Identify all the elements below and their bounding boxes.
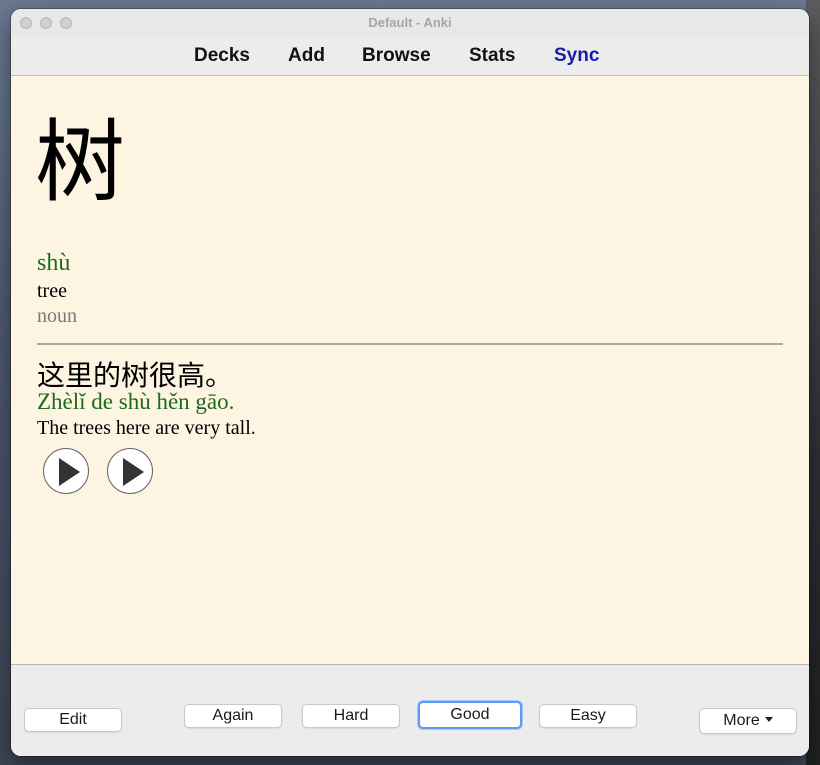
- chevron-down-icon: [764, 717, 773, 723]
- window-title: Default - Anki: [368, 15, 452, 30]
- toolbar-browse-link[interactable]: Browse: [362, 45, 431, 67]
- play-icon: [59, 458, 80, 486]
- anki-window: Default - Anki Decks Add Browse Stats Sy…: [11, 9, 809, 756]
- card-part-of-speech: noun: [37, 305, 77, 327]
- toolbar-sync-link[interactable]: Sync: [554, 45, 599, 67]
- again-button[interactable]: Again: [184, 704, 282, 728]
- title-bar[interactable]: Default - Anki: [11, 9, 809, 37]
- example-sentence-translation: The trees here are very tall.: [37, 417, 256, 439]
- toolbar-decks-link[interactable]: Decks: [194, 45, 250, 67]
- good-button[interactable]: Good: [418, 701, 522, 729]
- main-toolbar: Decks Add Browse Stats Sync: [11, 37, 809, 76]
- play-audio-button-2[interactable]: [107, 448, 153, 494]
- card-meaning: tree: [37, 280, 67, 302]
- edit-button[interactable]: Edit: [24, 708, 122, 732]
- card-review-area: 树 shù tree noun 这里的树很高。 Zhèlǐ de shù hěn…: [11, 76, 809, 664]
- more-button-label: More: [723, 712, 760, 729]
- example-sentence-pinyin: Zhèlǐ de shù hěn gāo.: [37, 389, 235, 414]
- review-button-bar: Edit Again Hard Good Easy More: [11, 664, 809, 756]
- more-button[interactable]: More: [699, 708, 797, 734]
- toolbar-add-link[interactable]: Add: [288, 45, 325, 67]
- easy-button[interactable]: Easy: [539, 704, 637, 728]
- play-icon: [123, 458, 144, 486]
- answer-divider: [37, 343, 783, 345]
- example-sentence: 这里的树很高。: [37, 359, 234, 392]
- play-audio-button-1[interactable]: [43, 448, 89, 494]
- toolbar-stats-link[interactable]: Stats: [469, 45, 515, 67]
- card-pinyin: shù: [37, 250, 71, 276]
- hard-button[interactable]: Hard: [302, 704, 400, 728]
- card-character: 树: [35, 110, 125, 215]
